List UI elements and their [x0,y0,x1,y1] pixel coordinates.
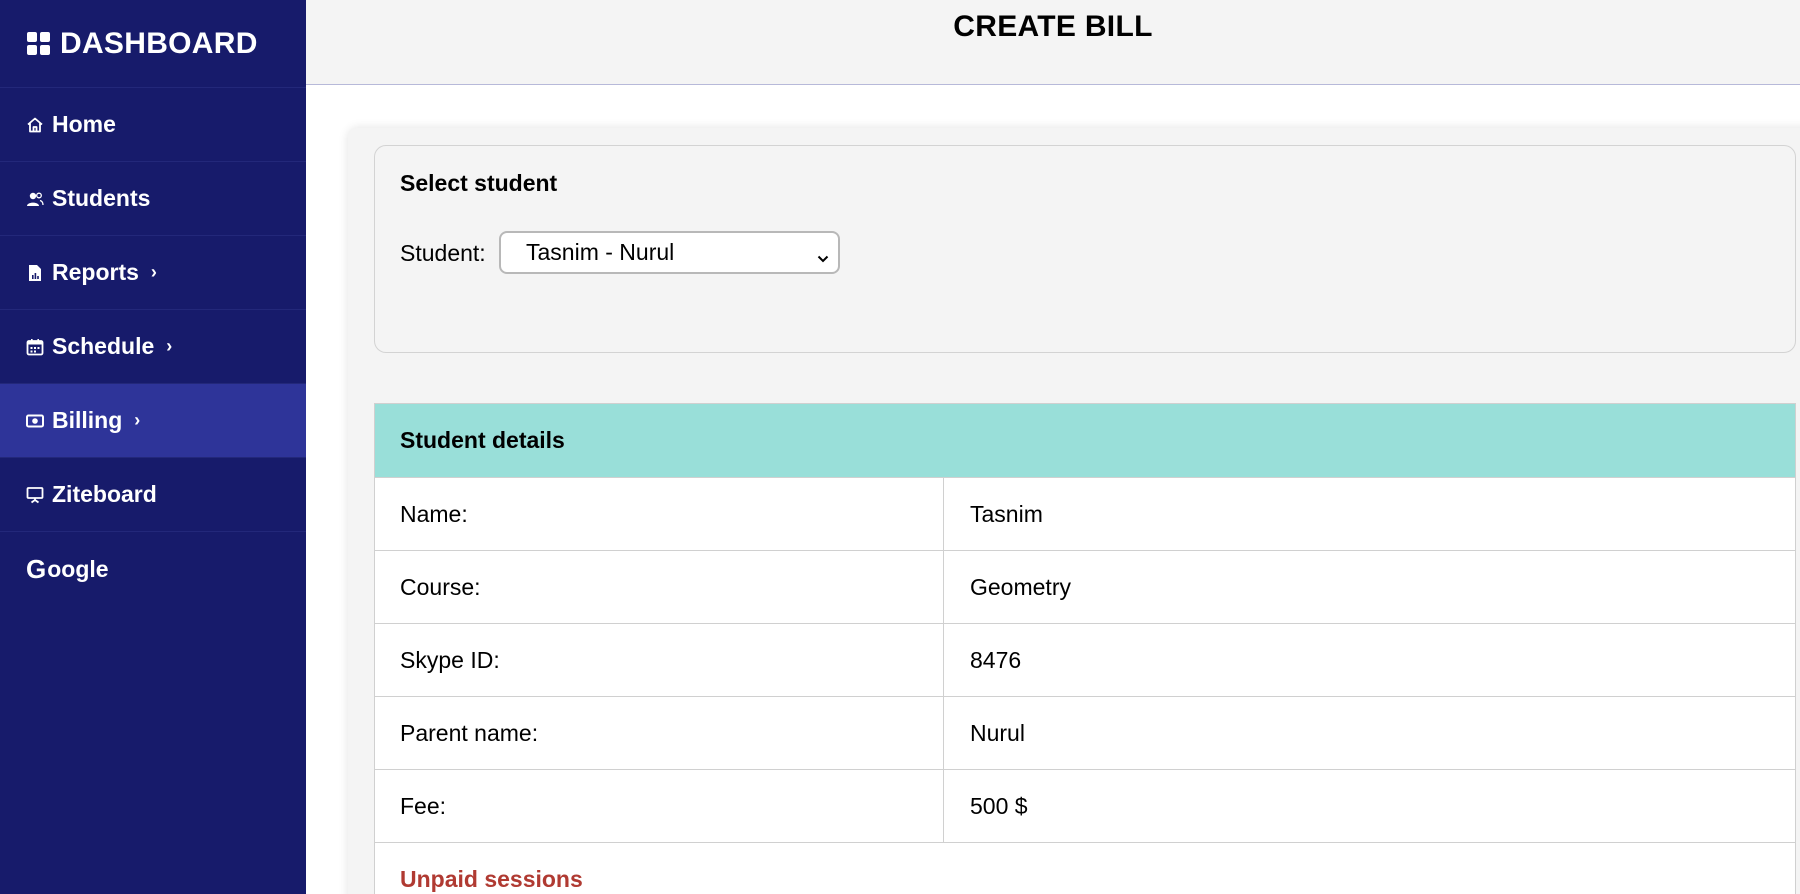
row-label: Parent name: [375,697,944,769]
sidebar-item-label: Schedule [52,333,155,359]
table-header: Student details [375,404,1795,478]
section-title: Select student [400,170,558,196]
presentation-board-icon [26,486,44,504]
sidebar-item-label: Home [52,111,116,137]
table-row: Parent name: Nurul [375,697,1795,770]
calendar-icon [26,338,44,356]
row-label: Course: [375,551,944,623]
dashboard-grid-icon [27,32,50,55]
table-row: Course: Geometry [375,551,1795,624]
student-select[interactable]: Tasnim - Nurul [499,231,840,274]
brand[interactable]: DASHBOARD [0,0,306,88]
chevron-down-icon [816,245,830,263]
row-value: Nurul [970,719,1025,746]
table-row: Skype ID: 8476 [375,624,1795,697]
row-value: 8476 [970,646,1022,673]
home-icon [26,116,44,134]
sidebar-item-students[interactable]: Students [0,162,306,236]
sidebar-item-schedule[interactable]: Schedule › [0,310,306,384]
row-value: Geometry [970,573,1071,600]
brand-label: DASHBOARD [60,26,258,60]
table-row: Name: Tasnim [375,478,1795,551]
chevron-right-icon: › [166,336,173,356]
unpaid-sessions-title: Unpaid sessions [400,866,583,892]
row-value: Tasnim [970,500,1043,527]
sidebar-item-label: Reports [52,259,139,285]
sidebar-item-label: Ziteboard [52,481,157,507]
sidebar-item-label: Billing [52,407,123,433]
chevron-right-icon: › [134,410,141,430]
row-label: Skype ID: [375,624,944,696]
table-row: Fee: 500 $ [375,770,1795,843]
row-label: Fee: [375,770,944,842]
select-student-panel: Select student Student: Tasnim - Nurul [374,145,1796,353]
money-icon [26,412,44,430]
sidebar-item-label: oogle [47,555,109,582]
student-details-table: Student details Name: Tasnim Course: Geo… [374,403,1796,894]
sidebar-item-label: Students [52,185,151,211]
chevron-right-icon: › [150,262,157,282]
student-select-value: Tasnim - Nurul [526,239,675,265]
sidebar-item-reports[interactable]: Reports › [0,236,306,310]
row-value: 500 $ [970,792,1028,819]
sidebar: DASHBOARD Home Students Reports › Schedu… [0,0,306,894]
page-title: CREATE BILL [953,10,1153,43]
sidebar-item-billing[interactable]: Billing › [0,384,306,458]
report-file-icon [26,264,44,282]
sidebar-item-home[interactable]: Home [0,88,306,162]
users-icon [26,190,44,208]
student-select-label: Student: [400,240,486,266]
sidebar-item-google[interactable]: G oogle [0,532,306,606]
sidebar-item-ziteboard[interactable]: Ziteboard [0,458,306,532]
google-icon: G [26,553,47,584]
row-label: Name: [375,478,944,550]
page-header: CREATE BILL [306,0,1800,85]
